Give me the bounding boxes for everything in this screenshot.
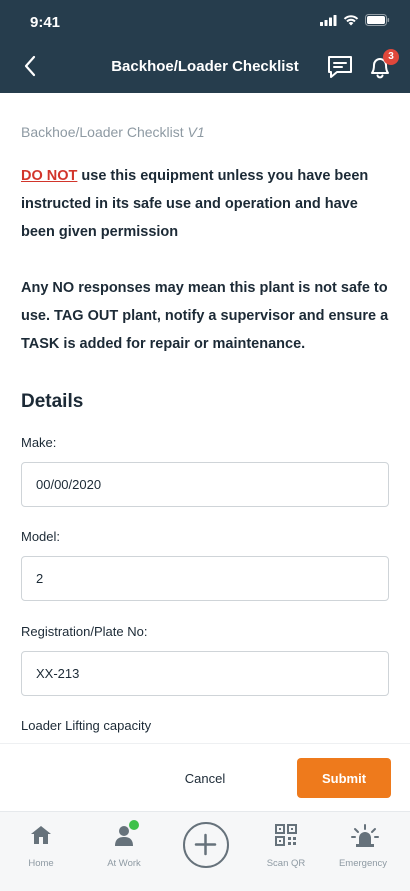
tab-at-work-label: At Work (107, 858, 141, 869)
make-input[interactable] (21, 462, 389, 507)
tab-emergency[interactable]: Emergency (328, 822, 398, 878)
signal-icon (320, 14, 337, 26)
field-label: Make: (21, 435, 57, 450)
form-name: Backhoe/Loader Checklist (21, 124, 184, 140)
message-icon (328, 56, 352, 78)
safety-notice: Any NO responses may mean this plant is … (21, 280, 389, 352)
bottom-tab-bar: Home At Work Scan QR Emergency (0, 811, 410, 891)
warning-emphasis: DO NOT (21, 168, 78, 184)
cancel-button[interactable]: Cancel (160, 759, 250, 797)
tab-at-work[interactable]: At Work (89, 820, 159, 878)
plus-icon (194, 833, 217, 856)
field-label: Loader Lifting capacity (21, 718, 152, 733)
tab-emergency-label: Emergency (338, 858, 388, 869)
field-loader-lifting-capacity: Loader Lifting capacity (21, 718, 389, 733)
app-header: 9:41 Backhoe/Loader Checklist 3 (0, 0, 410, 93)
tab-home-label: Home (28, 858, 54, 869)
home-icon (28, 822, 54, 848)
form-content: Backhoe/Loader Checklist V1 DO NOT use t… (0, 93, 410, 743)
field-label: Model: (21, 529, 61, 544)
status-bar: 9:41 (0, 0, 410, 44)
online-status-dot (129, 820, 139, 830)
field-registration: Registration/Plate No: (21, 624, 389, 696)
battery-icon (365, 14, 390, 26)
registration-input[interactable] (21, 651, 389, 696)
status-icons (320, 14, 390, 26)
qr-code-icon (273, 822, 299, 848)
tab-scan-qr-label: Scan QR (266, 858, 306, 869)
tab-scan-qr[interactable]: Scan QR (251, 822, 321, 878)
field-model: Model: (21, 529, 389, 601)
field-label: Registration/Plate No: (21, 624, 148, 639)
safety-warning: DO NOT use this equipment unless you hav… (21, 162, 389, 246)
notification-badge: 3 (383, 49, 399, 65)
tab-home[interactable]: Home (6, 822, 76, 878)
field-make: Make: (21, 435, 389, 507)
wifi-icon (343, 15, 359, 26)
add-button[interactable] (183, 822, 229, 868)
nav-bar: Backhoe/Loader Checklist (0, 44, 410, 93)
submit-button[interactable]: Submit (297, 758, 391, 798)
status-time: 9:41 (30, 14, 61, 31)
messages-button[interactable] (326, 54, 354, 80)
siren-icon (350, 822, 379, 848)
form-version: V1 (187, 124, 205, 140)
form-title: Backhoe/Loader Checklist V1 (21, 124, 389, 140)
model-input[interactable] (21, 556, 389, 601)
section-title: Details (21, 391, 84, 412)
form-actions: Cancel Submit (0, 743, 410, 811)
person-icon (111, 820, 139, 848)
